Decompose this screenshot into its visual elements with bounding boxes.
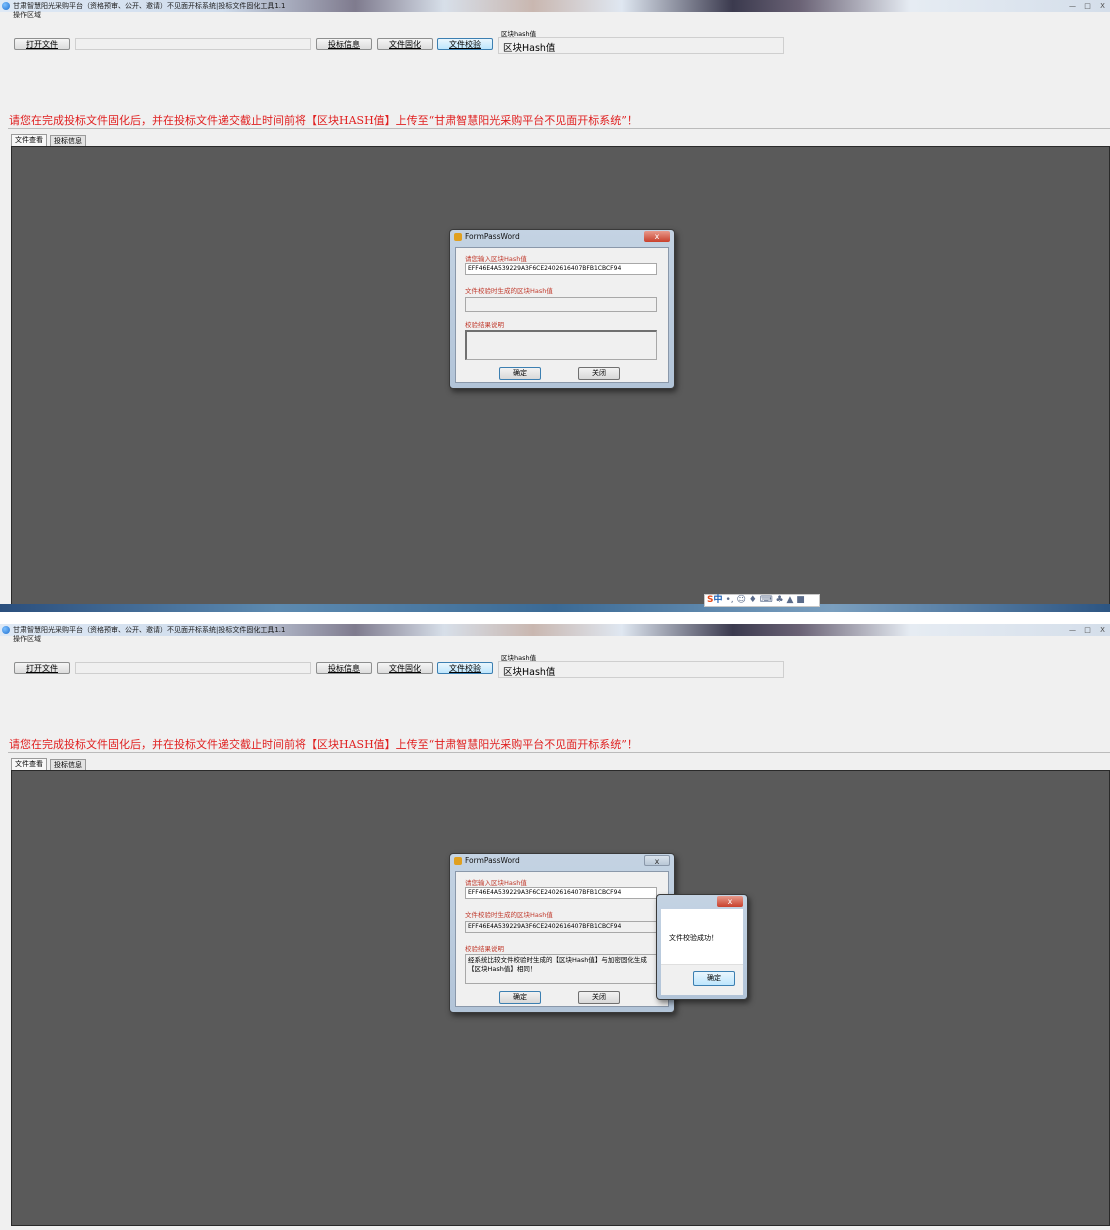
screenshot-after-verify: 甘肃智慧阳光采购平台（资格预审、公开、邀请）不见面开标系统|投标文件固化工具1.… [0,624,1110,1230]
confirm-button[interactable]: 确定 [499,367,541,380]
hash-value-field[interactable]: 区块Hash值 [498,37,784,54]
operation-area-panel [6,56,1110,106]
screenshot-before-verify: 甘肃智慧阳光采购平台（资格预审、公开、邀请）不见面开标系统|投标文件固化工具1.… [0,0,1110,612]
close-dialog-button[interactable]: 关闭 [578,367,620,380]
dialog-titlebar: FormPassWord x [450,854,674,868]
verify-success-messagebox: x 文件校验成功！ 确定 [656,894,748,1000]
formpassword-dialog: FormPassWord x 请您输入区块Hash值 EFF46E4A53922… [449,229,675,389]
dialog-title: FormPassWord [465,232,520,241]
close-dialog-button[interactable]: 关闭 [578,991,620,1004]
notice-text: 请您在完成投标文件固化后，并在投标文件递交截止时间前将【区块HASH值】上传至“… [9,738,638,751]
window-titlebar: 甘肃智慧阳光采购平台（资格预审、公开、邀请）不见面开标系统|投标文件固化工具1.… [0,0,1110,12]
hash-value-text: 区块Hash值 [503,43,556,54]
generated-hash-label: 文件校验时生成的区块Hash值 [465,287,553,295]
ime-toolbar[interactable]: S中 •, ☺ ♦ ⌨ ♣ ▲ ■ [704,594,820,607]
dialog-app-icon [454,233,462,241]
dialog-close-button[interactable]: x [644,231,670,242]
maximize-button[interactable]: □ [1080,624,1095,636]
messagebox-ok-button[interactable]: 确定 [693,971,735,986]
result-textarea: 经系统比较文件校验时生成的【区块Hash值】与加密固化生成【区块Hash值】相同… [465,954,657,984]
dialog-title: FormPassWord [465,856,520,865]
formpassword-dialog: FormPassWord x 请您输入区块Hash值 EFF46E4A53922… [449,853,675,1013]
messagebox-close-button[interactable]: x [717,896,743,907]
input-hash-label: 请您输入区块Hash值 [465,879,527,887]
result-textarea [465,330,657,360]
maximize-button[interactable]: □ [1080,0,1095,12]
file-solidify-button[interactable]: 文件固化 [377,662,433,674]
messagebox-text: 文件校验成功！ [669,934,718,942]
result-label: 校验结果说明 [465,945,504,953]
divider [8,128,1110,129]
dialog-app-icon [454,857,462,865]
minimize-button[interactable]: — [1065,624,1080,636]
close-button[interactable]: X [1095,0,1110,12]
input-hash-field[interactable]: EFF46E4A539229A3F6CE2402616407BFB1CBCF94 [465,887,657,899]
bid-info-button[interactable]: 投标信息 [316,662,372,674]
file-verify-button[interactable]: 文件校验 [437,38,493,50]
bid-info-button[interactable]: 投标信息 [316,38,372,50]
window-title: 甘肃智慧阳光采购平台（资格预审、公开、邀请）不见面开标系统|投标文件固化工具1.… [13,2,286,10]
hash-value-field[interactable]: 区块Hash值 [498,661,784,678]
operation-area-label: 操作区域 [13,11,41,19]
file-verify-button[interactable]: 文件校验 [437,662,493,674]
divider [8,752,1110,753]
ime-tools-icons[interactable]: •, ☺ ♦ ⌨ ♣ ▲ ■ [726,595,805,605]
dialog-titlebar: FormPassWord x [450,230,674,244]
close-button[interactable]: X [1095,624,1110,636]
ime-chinese-mode[interactable]: 中 [713,595,722,605]
tab-file-view[interactable]: 文件查看 [11,134,47,146]
file-path-field[interactable] [75,662,311,674]
generated-hash-field: EFF46E4A539229A3F6CE2402616407BFB1CBCF94 [465,921,657,933]
file-solidify-button[interactable]: 文件固化 [377,38,433,50]
taskbar [0,604,1110,612]
minimize-button[interactable]: — [1065,0,1080,12]
app-icon [2,2,10,10]
notice-text: 请您在完成投标文件固化后，并在投标文件递交截止时间前将【区块HASH值】上传至“… [9,114,638,127]
result-label: 校验结果说明 [465,321,504,329]
open-file-button[interactable]: 打开文件 [14,38,70,50]
input-hash-field[interactable]: EFF46E4A539229A3F6CE2402616407BFB1CBCF94 [465,263,657,275]
dialog-close-button[interactable]: x [644,855,670,866]
open-file-button[interactable]: 打开文件 [14,662,70,674]
operation-area-label: 操作区域 [13,635,41,643]
input-hash-label: 请您输入区块Hash值 [465,255,527,263]
tab-file-view[interactable]: 文件查看 [11,758,47,770]
window-titlebar: 甘肃智慧阳光采购平台（资格预审、公开、邀请）不见面开标系统|投标文件固化工具1.… [0,624,1110,636]
confirm-button[interactable]: 确定 [499,991,541,1004]
file-path-field[interactable] [75,38,311,50]
generated-hash-field [465,297,657,312]
hash-value-text: 区块Hash值 [503,667,556,678]
window-title: 甘肃智慧阳光采购平台（资格预审、公开、邀请）不见面开标系统|投标文件固化工具1.… [13,626,286,634]
generated-hash-label: 文件校验时生成的区块Hash值 [465,911,553,919]
app-icon [2,626,10,634]
